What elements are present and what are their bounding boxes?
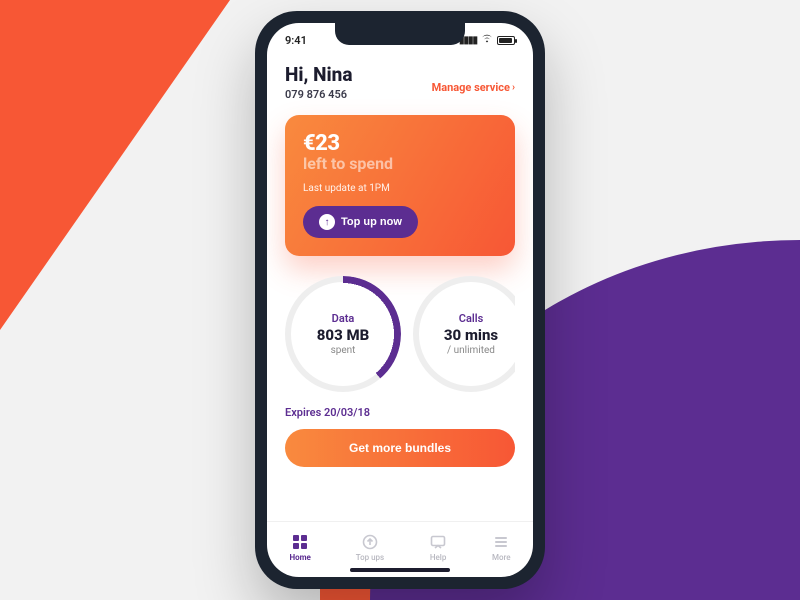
manage-service-label: Manage service xyxy=(432,81,510,94)
notch xyxy=(335,23,465,45)
balance-updated: Last update at 1PM xyxy=(303,183,497,194)
tab-home-label: Home xyxy=(289,553,310,562)
balance-subtitle: left to spend xyxy=(303,154,497,173)
data-progress-ring xyxy=(285,276,401,392)
wifi-icon xyxy=(481,34,493,46)
tab-more-label: More xyxy=(492,553,511,562)
usage-data-card[interactable]: Data 803 MB spent xyxy=(285,276,401,392)
tab-more[interactable]: More xyxy=(492,533,511,562)
bg-shape-orange xyxy=(0,0,230,330)
phone-screen: 9:41 ▮▮▮▮ Hi, Nina 079 876 456 Manage se… xyxy=(267,23,533,577)
get-bundles-button[interactable]: Get more bundles xyxy=(285,429,515,467)
status-indicators: ▮▮▮▮ xyxy=(459,34,515,46)
home-indicator[interactable] xyxy=(350,568,450,572)
manage-service-link[interactable]: Manage service › xyxy=(432,81,515,94)
tab-help[interactable]: Help xyxy=(429,533,447,562)
usage-row[interactable]: Data 803 MB spent Calls 30 mins / unlimi… xyxy=(285,276,515,392)
chevron-right-icon: › xyxy=(512,82,515,93)
tab-home[interactable]: Home xyxy=(289,533,310,562)
tab-topups-label: Top ups xyxy=(356,553,384,562)
top-up-button[interactable]: ↑ Top up now xyxy=(303,206,418,238)
phone-frame: 9:41 ▮▮▮▮ Hi, Nina 079 876 456 Manage se… xyxy=(255,11,545,589)
balance-amount: €23 xyxy=(303,131,497,156)
battery-icon xyxy=(497,36,515,45)
balance-card: €23 left to spend Last update at 1PM ↑ T… xyxy=(285,115,515,256)
tab-help-label: Help xyxy=(430,553,447,562)
top-up-label: Top up now xyxy=(341,216,402,228)
usage-calls-card[interactable]: Calls 30 mins / unlimited xyxy=(413,276,515,392)
usage-calls-value: 30 mins xyxy=(444,326,498,344)
main-content: Hi, Nina 079 876 456 Manage service › €2… xyxy=(267,57,533,521)
more-icon xyxy=(492,533,510,551)
greeting: Hi, Nina xyxy=(285,63,352,86)
status-time: 9:41 xyxy=(285,34,307,47)
usage-calls-label: Calls xyxy=(459,312,483,325)
topups-icon xyxy=(361,533,379,551)
phone-number: 079 876 456 xyxy=(285,88,352,101)
help-icon xyxy=(429,533,447,551)
home-icon xyxy=(291,533,309,551)
usage-calls-sub: / unlimited xyxy=(447,345,495,356)
tab-topups[interactable]: Top ups xyxy=(356,533,384,562)
expiry-label: Expires 20/03/18 xyxy=(285,406,515,419)
top-up-icon: ↑ xyxy=(319,214,335,230)
